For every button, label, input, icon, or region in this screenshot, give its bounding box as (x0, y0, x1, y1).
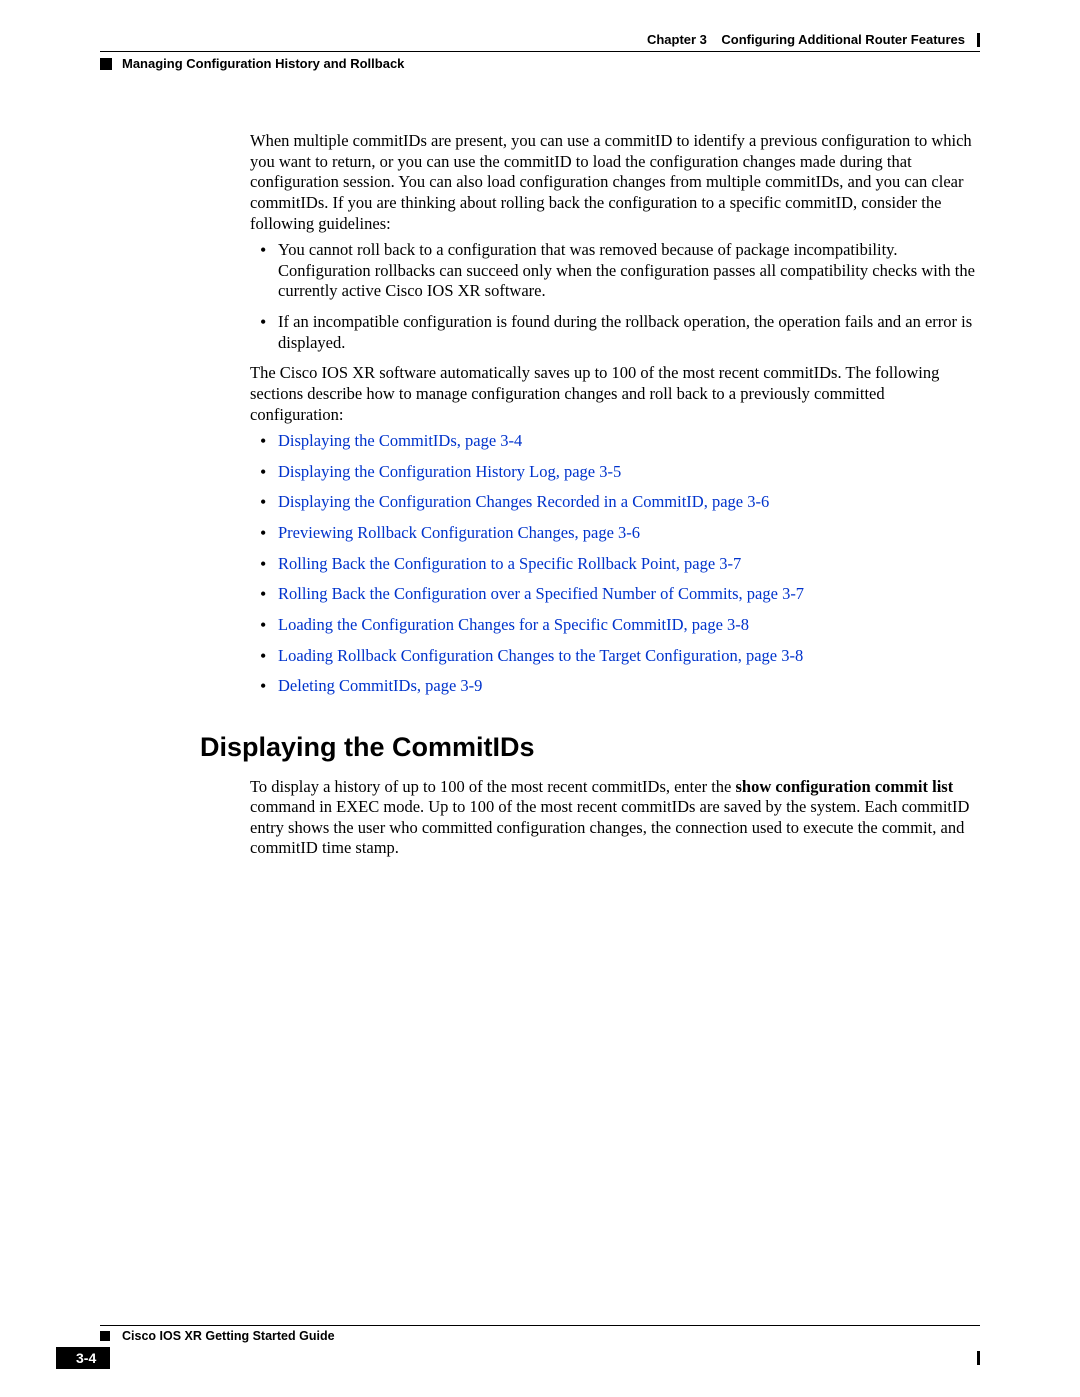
xref-link[interactable]: Deleting CommitIDs, page 3-9 (278, 676, 482, 695)
header-bar-icon (977, 33, 980, 47)
page-footer: Cisco IOS XR Getting Started Guide 3-4 (100, 1325, 980, 1369)
intro-paragraph-2: The Cisco IOS XR software automatically … (250, 363, 980, 425)
xref-link[interactable]: Displaying the Configuration Changes Rec… (278, 492, 769, 511)
list-item: You cannot roll back to a configuration … (278, 240, 980, 302)
footer-bar-icon (977, 1351, 980, 1365)
xref-link[interactable]: Displaying the Configuration History Log… (278, 462, 621, 481)
chapter-title: Configuring Additional Router Features (721, 32, 965, 47)
links-list: Displaying the CommitIDs, page 3-4 Displ… (250, 431, 980, 697)
page-number-badge: 3-4 (56, 1347, 110, 1369)
section-body-text: command in EXEC mode. Up to 100 of the m… (250, 797, 969, 857)
chapter-number: Chapter 3 (647, 32, 707, 47)
body-content: When multiple commitIDs are present, you… (250, 131, 980, 859)
list-item: If an incompatible configuration is foun… (278, 312, 980, 353)
xref-link[interactable]: Previewing Rollback Configuration Change… (278, 523, 640, 542)
square-bullet-icon (100, 1331, 110, 1341)
square-bullet-icon (100, 58, 112, 70)
xref-link[interactable]: Loading Rollback Configuration Changes t… (278, 646, 803, 665)
guidelines-list: You cannot roll back to a configuration … (250, 240, 980, 353)
running-head: Managing Configuration History and Rollb… (100, 51, 980, 71)
intro-paragraph-1: When multiple commitIDs are present, you… (250, 131, 980, 234)
section-heading: Displaying the CommitIDs (200, 731, 980, 765)
section-breadcrumb: Managing Configuration History and Rollb… (122, 56, 404, 71)
section-body: To display a history of up to 100 of the… (250, 777, 980, 860)
xref-link[interactable]: Rolling Back the Configuration to a Spec… (278, 554, 741, 573)
section-body-text: To display a history of up to 100 of the… (250, 777, 736, 796)
guide-title: Cisco IOS XR Getting Started Guide (122, 1329, 335, 1343)
command-name: show configuration commit list (736, 777, 954, 796)
xref-link[interactable]: Loading the Configuration Changes for a … (278, 615, 749, 634)
xref-link[interactable]: Displaying the CommitIDs, page 3-4 (278, 431, 522, 450)
xref-link[interactable]: Rolling Back the Configuration over a Sp… (278, 584, 804, 603)
page-header: Chapter 3 Configuring Additional Router … (100, 32, 980, 47)
